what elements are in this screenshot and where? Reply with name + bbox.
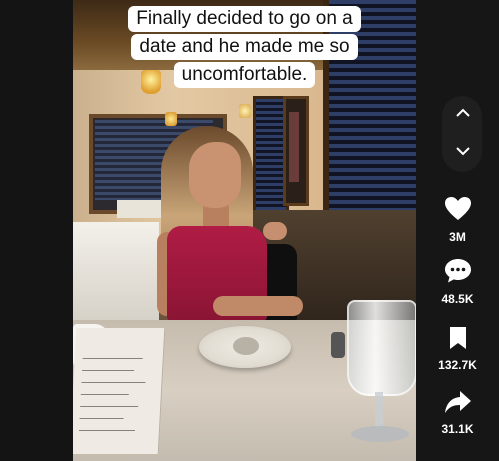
comment-icon [444,259,471,283]
glass-base [351,426,409,442]
painting-canvas [289,112,299,182]
butter-pat [233,337,259,355]
wall-sconce [239,104,251,118]
left-margin [0,0,73,461]
save-count: 132.7K [438,358,477,372]
chevron-up-icon [456,108,470,117]
comment-count: 48.5K [441,292,474,306]
pendant-lamp [165,112,177,126]
like-count: 3M [449,230,466,244]
silverware [331,332,345,358]
share-count: 31.1K [441,422,474,436]
previous-video-button[interactable] [448,100,478,126]
video-caption: Finally decided to go on a date and he m… [73,6,416,90]
next-video-button[interactable] [448,138,478,164]
background-table [73,222,159,326]
caption-line-2: date and he made me so [131,34,358,60]
menu-card [73,328,166,454]
chevron-down-icon [456,147,470,156]
save-button[interactable]: 132.7K [416,326,499,372]
share-icon [444,391,471,413]
heart-icon [444,197,471,220]
comment-button[interactable]: 48.5K [416,258,499,306]
share-button[interactable]: 31.1K [416,390,499,436]
woman-forearm [213,296,303,316]
woman-face [189,142,241,208]
water-glass [347,300,416,396]
video-player[interactable]: Finally decided to go on a date and he m… [73,0,416,461]
glass-stem [375,392,383,428]
caption-line-3: uncomfortable. [173,62,316,88]
like-button[interactable]: 3M [416,196,499,244]
bookmark-icon [449,327,466,349]
woman-hand [263,222,287,240]
caption-line-1: Finally decided to go on a [128,6,361,32]
